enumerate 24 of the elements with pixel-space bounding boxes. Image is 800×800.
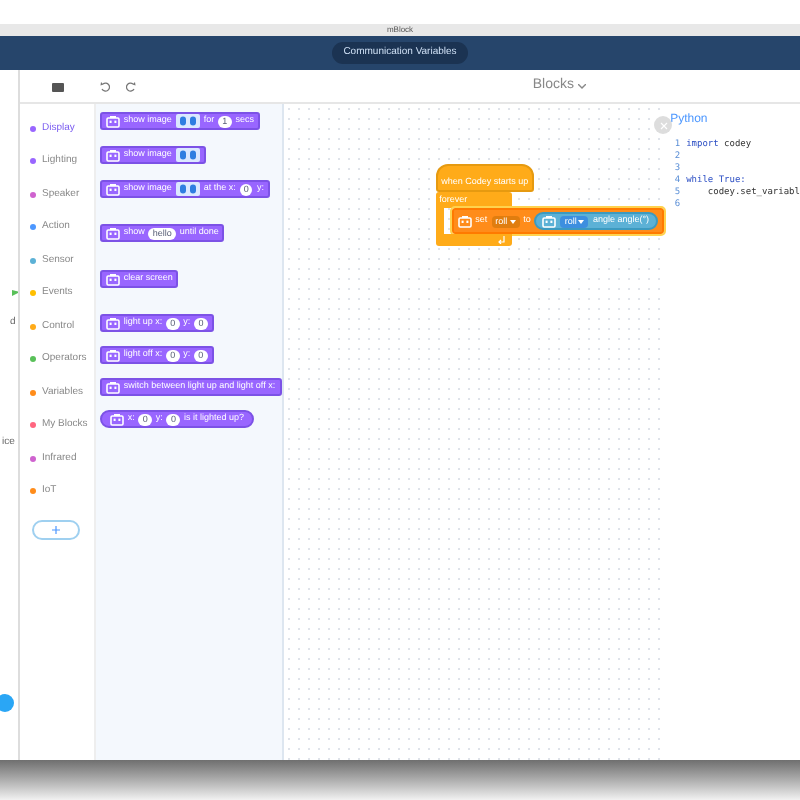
robot-icon: [105, 381, 120, 393]
robot-icon: [105, 115, 120, 127]
robot-icon: [105, 349, 120, 361]
sprite-icon[interactable]: [52, 81, 64, 91]
robot-icon: [105, 149, 120, 161]
face-image-input[interactable]: [175, 114, 200, 128]
plus-icon: [52, 526, 60, 534]
robot-icon: [105, 183, 120, 195]
caret-icon: [578, 219, 585, 223]
robot-icon: [105, 273, 120, 285]
robot-icon: [105, 227, 120, 239]
face-image-input[interactable]: [175, 148, 200, 162]
robot-icon: [542, 215, 557, 227]
robot-icon: [457, 215, 472, 227]
face-image-input[interactable]: [175, 182, 200, 196]
close-icon: [659, 121, 668, 129]
loop-arrow-icon: [497, 236, 506, 244]
caret-icon: [509, 219, 516, 223]
chevron-icon: [578, 83, 586, 89]
redo-icon[interactable]: [126, 81, 136, 91]
add-button[interactable]: [0, 694, 14, 712]
undo-icon[interactable]: [100, 81, 110, 91]
robot-icon: [105, 317, 120, 329]
robot-icon: [109, 413, 124, 425]
